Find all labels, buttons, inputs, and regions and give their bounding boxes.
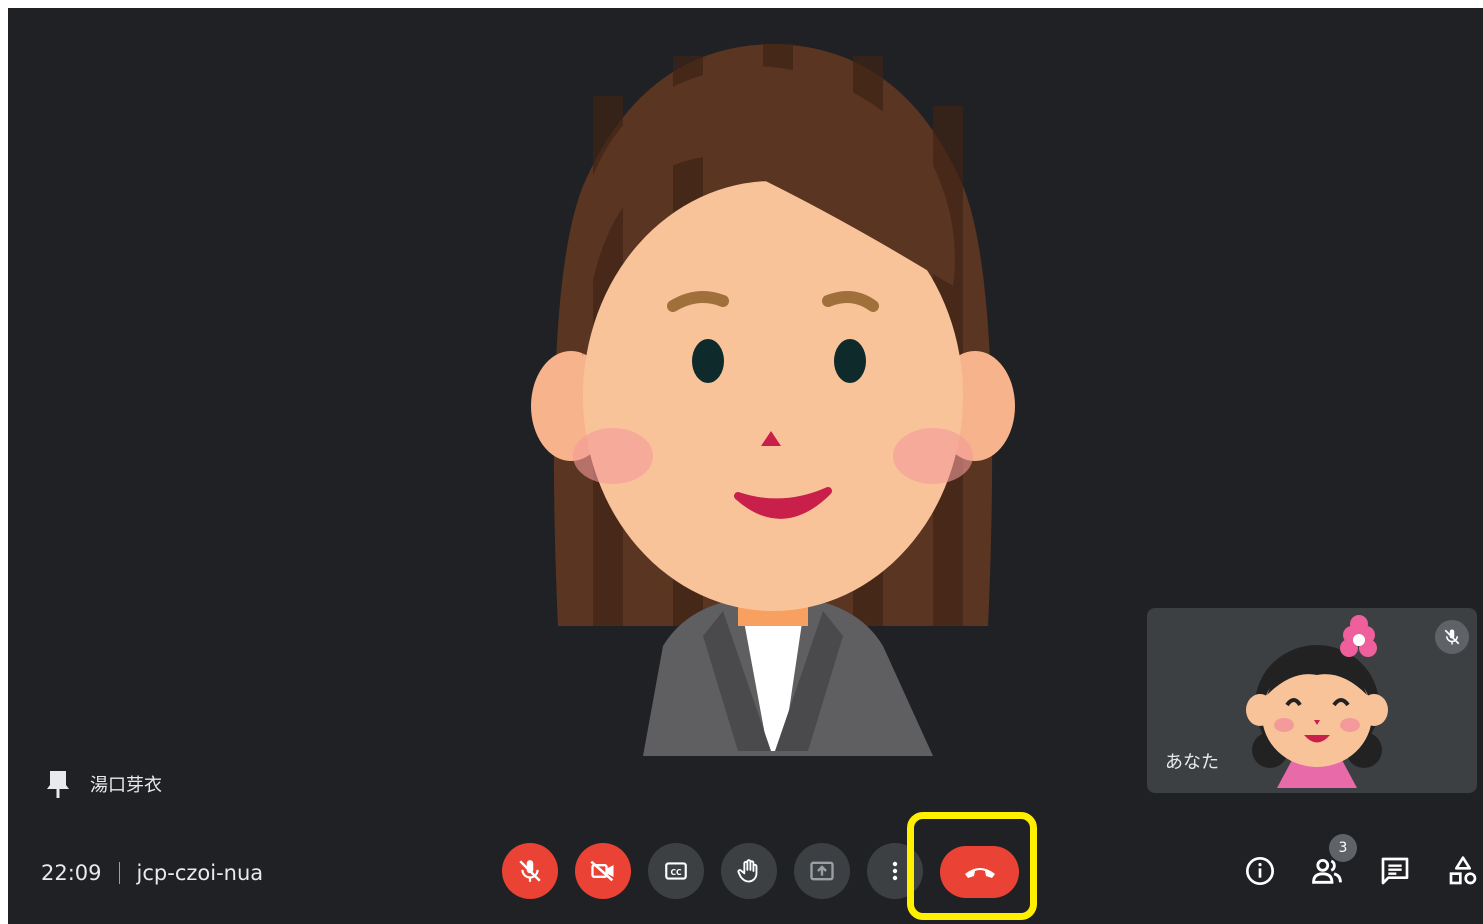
svg-text:CC: CC (670, 868, 682, 877)
leave-call-button[interactable] (940, 846, 1019, 898)
divider (118, 862, 120, 884)
present-icon (810, 861, 834, 881)
meeting-time: 22:09 (41, 861, 102, 885)
meeting-info: 22:09 jcp-czoi-nua (41, 858, 263, 888)
mic-off-button[interactable] (502, 843, 558, 899)
mic-off-icon (519, 860, 541, 882)
self-label: あなた (1165, 752, 1219, 773)
present-button[interactable] (794, 843, 850, 899)
camera-off-button[interactable] (575, 843, 631, 899)
more-vert-icon (892, 861, 898, 881)
participant-name-tag: 湯口芽衣 (46, 766, 162, 802)
closed-caption-icon: CC (665, 862, 687, 880)
hand-icon (737, 859, 758, 883)
self-avatar-image (1246, 615, 1388, 788)
meeting-stage: 湯口芽衣 あなた 22:09 jcp-czoi-nua CC 3 (8, 8, 1483, 924)
meeting-code: jcp-czoi-nua (136, 861, 264, 885)
raise-hand-button[interactable] (721, 843, 777, 899)
self-view-tile[interactable]: あなた (1147, 608, 1477, 793)
info-icon (1246, 857, 1274, 885)
self-mic-off-indicator (1435, 620, 1469, 654)
chat-icon (1381, 857, 1409, 885)
participant-name: 湯口芽衣 (90, 775, 162, 796)
captions-button[interactable]: CC (648, 843, 704, 899)
more-options-button[interactable] (867, 843, 923, 899)
participant-avatar-image (531, 44, 1015, 756)
call-end-icon (964, 868, 995, 878)
videocam-off-icon (590, 860, 614, 882)
activities-button[interactable] (1445, 853, 1481, 889)
chat-button[interactable] (1377, 853, 1413, 889)
activities-icon (1449, 856, 1477, 885)
participants-count-badge: 3 (1329, 834, 1357, 862)
pin-icon[interactable] (46, 769, 70, 799)
mic-off-icon (1444, 629, 1460, 645)
meeting-details-button[interactable] (1242, 853, 1278, 889)
